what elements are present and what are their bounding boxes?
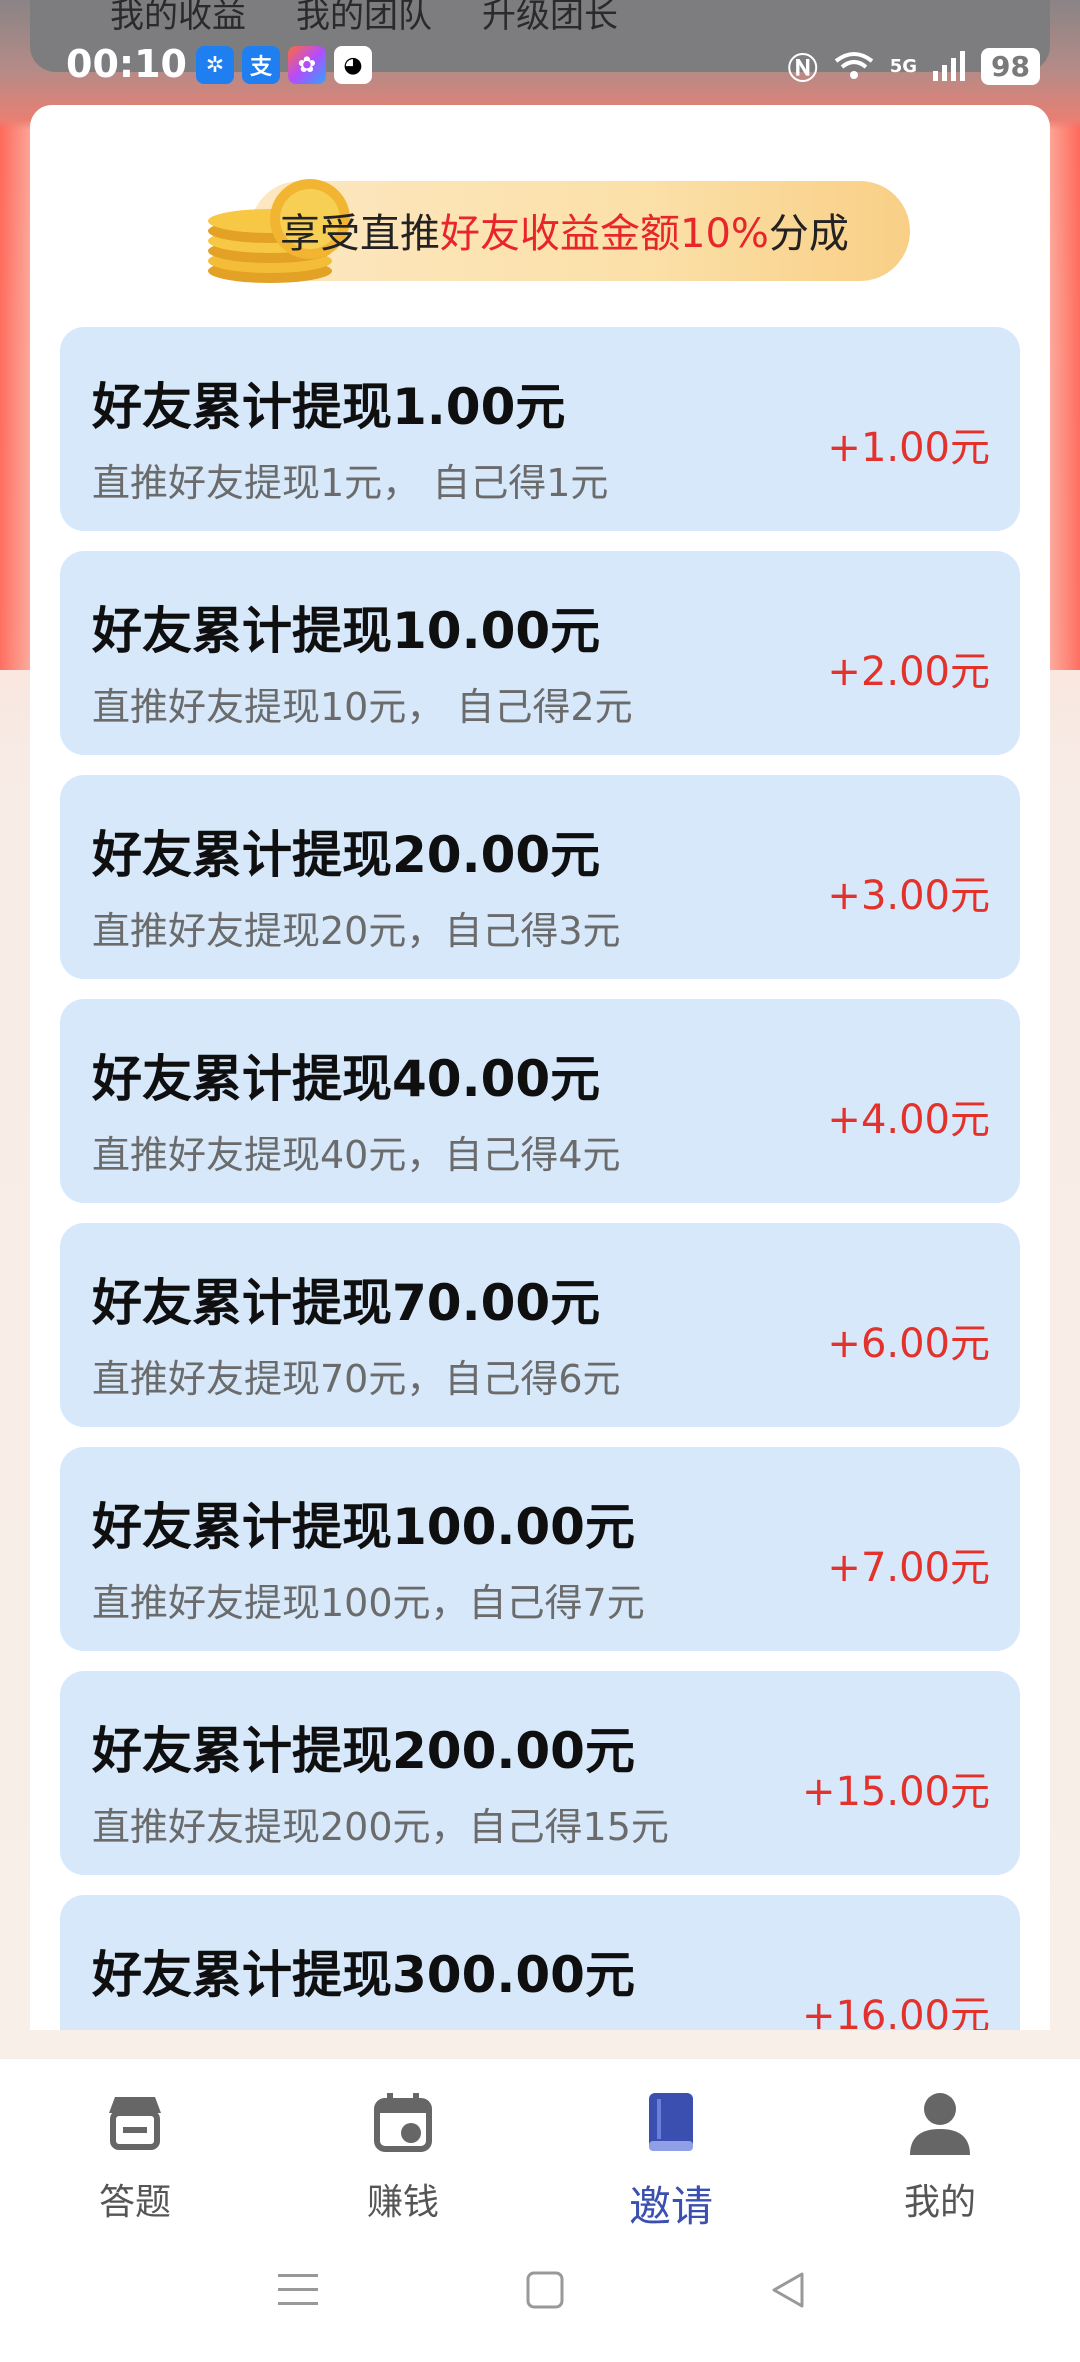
- tier-title: 好友累计提现1.00元: [92, 378, 566, 436]
- tier-title: 好友累计提现300.00元: [92, 1946, 635, 2004]
- banner-text-highlight: 好友收益金额10%: [440, 211, 769, 257]
- calendar-icon: [374, 2093, 432, 2152]
- tier-description: 直推好友提现20元，自己得3元: [92, 909, 621, 953]
- nav-label: 赚钱: [366, 2182, 439, 2223]
- tier-reward: +2.00元: [827, 649, 990, 695]
- pinwheel-app-icon: ✲: [196, 46, 234, 84]
- shop-icon: [109, 2097, 161, 2150]
- tier-reward: +4.00元: [827, 1097, 990, 1143]
- tab-my-team[interactable]: 我的团队: [296, 0, 432, 37]
- nav-item-answer[interactable]: 答题: [35, 2087, 235, 2225]
- commission-banner: 享受直推好友收益金额10%分成: [200, 175, 920, 287]
- bottom-nav: 答题 赚钱 邀请 我的: [0, 2058, 1080, 2231]
- rewards-card: 享受直推好友收益金额10%分成 好友累计提现1.00元 直推好友提现1元， 自己…: [30, 105, 1050, 2030]
- reward-tier-item: 好友累计提现200.00元 直推好友提现200元，自己得15元 +15.00元: [60, 1671, 1020, 1875]
- alipay-app-icon: 支: [242, 46, 280, 84]
- reward-tier-item: 好友累计提现10.00元 直推好友提现10元， 自己得2元 +2.00元: [60, 551, 1020, 755]
- tab-my-earnings[interactable]: 我的收益: [110, 0, 246, 37]
- book-icon: [649, 2093, 693, 2151]
- system-navigation-bar: [0, 2228, 1080, 2362]
- tier-reward: +3.00元: [827, 873, 990, 919]
- reward-tier-item: 好友累计提现20.00元 直推好友提现20元，自己得3元 +3.00元: [60, 775, 1020, 979]
- back-icon[interactable]: [768, 2270, 808, 2310]
- nav-item-earn[interactable]: 赚钱: [303, 2087, 503, 2225]
- user-icon: [910, 2093, 970, 2155]
- tier-reward: +1.00元: [827, 425, 990, 471]
- reward-tier-item: 好友累计提现1.00元 直推好友提现1元， 自己得1元 +1.00元: [60, 327, 1020, 531]
- signal-icon: [933, 51, 966, 81]
- status-time: 00:10: [66, 42, 187, 86]
- banner-text-prefix: 享受直推: [280, 211, 440, 257]
- reward-tier-item: 好友累计提现70.00元 直推好友提现70元，自己得6元 +6.00元: [60, 1223, 1020, 1427]
- tier-description: 直推好友提现10元， 自己得2元: [92, 685, 633, 729]
- tab-upgrade-leader[interactable]: 升级团长: [482, 0, 618, 37]
- tier-title: 好友累计提现10.00元: [92, 602, 601, 660]
- tier-reward: +15.00元: [801, 1769, 990, 1815]
- nav-label: 答题: [98, 2182, 171, 2223]
- nav-label: 我的: [903, 2182, 976, 2223]
- nav-item-invite[interactable]: 邀请: [571, 2087, 771, 2234]
- photos-app-icon: ✿: [288, 46, 326, 84]
- tier-title: 好友累计提现40.00元: [92, 1050, 601, 1108]
- notification-icons: ✲ 支 ✿ ◕: [196, 46, 372, 84]
- tier-description: 直推好友提现40元，自己得4元: [92, 1133, 621, 1177]
- tier-description: 直推好友提现200元，自己得15元: [92, 1805, 669, 1849]
- tier-reward: +6.00元: [827, 1321, 990, 1367]
- nfc-icon: Ⓝ: [787, 52, 818, 87]
- tier-title: 好友累计提现200.00元: [92, 1722, 635, 1780]
- menu-icon[interactable]: [278, 2270, 318, 2310]
- network-type: 5G: [889, 55, 918, 77]
- wifi-icon: [834, 52, 873, 79]
- nav-label: 邀请: [628, 2182, 713, 2231]
- tier-title: 好友累计提现20.00元: [92, 826, 601, 884]
- banner-text-suffix: 分成: [768, 211, 849, 257]
- tier-description: 直推好友提现70元，自己得6元: [92, 1357, 621, 1401]
- tier-title: 好友累计提现70.00元: [92, 1274, 601, 1332]
- qq-app-icon: ◕: [334, 46, 372, 84]
- home-icon[interactable]: [525, 2270, 565, 2310]
- status-indicators: Ⓝ 5G 98: [788, 44, 1040, 88]
- banner-text: 享受直推好友收益金额10%分成: [280, 201, 849, 259]
- reward-tier-item: 好友累计提现300.00元 +16.00元: [60, 1895, 1020, 2030]
- tier-description: 直推好友提现1元， 自己得1元: [92, 461, 609, 505]
- tier-title: 好友累计提现100.00元: [92, 1498, 635, 1556]
- tier-description: 直推好友提现100元，自己得7元: [92, 1581, 645, 1625]
- battery-indicator: 98: [981, 47, 1040, 85]
- tier-reward: +7.00元: [827, 1545, 990, 1591]
- reward-tier-item: 好友累计提现40.00元 直推好友提现40元，自己得4元 +4.00元: [60, 999, 1020, 1203]
- reward-tier-item: 好友累计提现100.00元 直推好友提现100元，自己得7元 +7.00元: [60, 1447, 1020, 1651]
- tier-reward: +16.00元: [801, 1993, 990, 2030]
- nav-item-mine[interactable]: 我的: [840, 2087, 1040, 2225]
